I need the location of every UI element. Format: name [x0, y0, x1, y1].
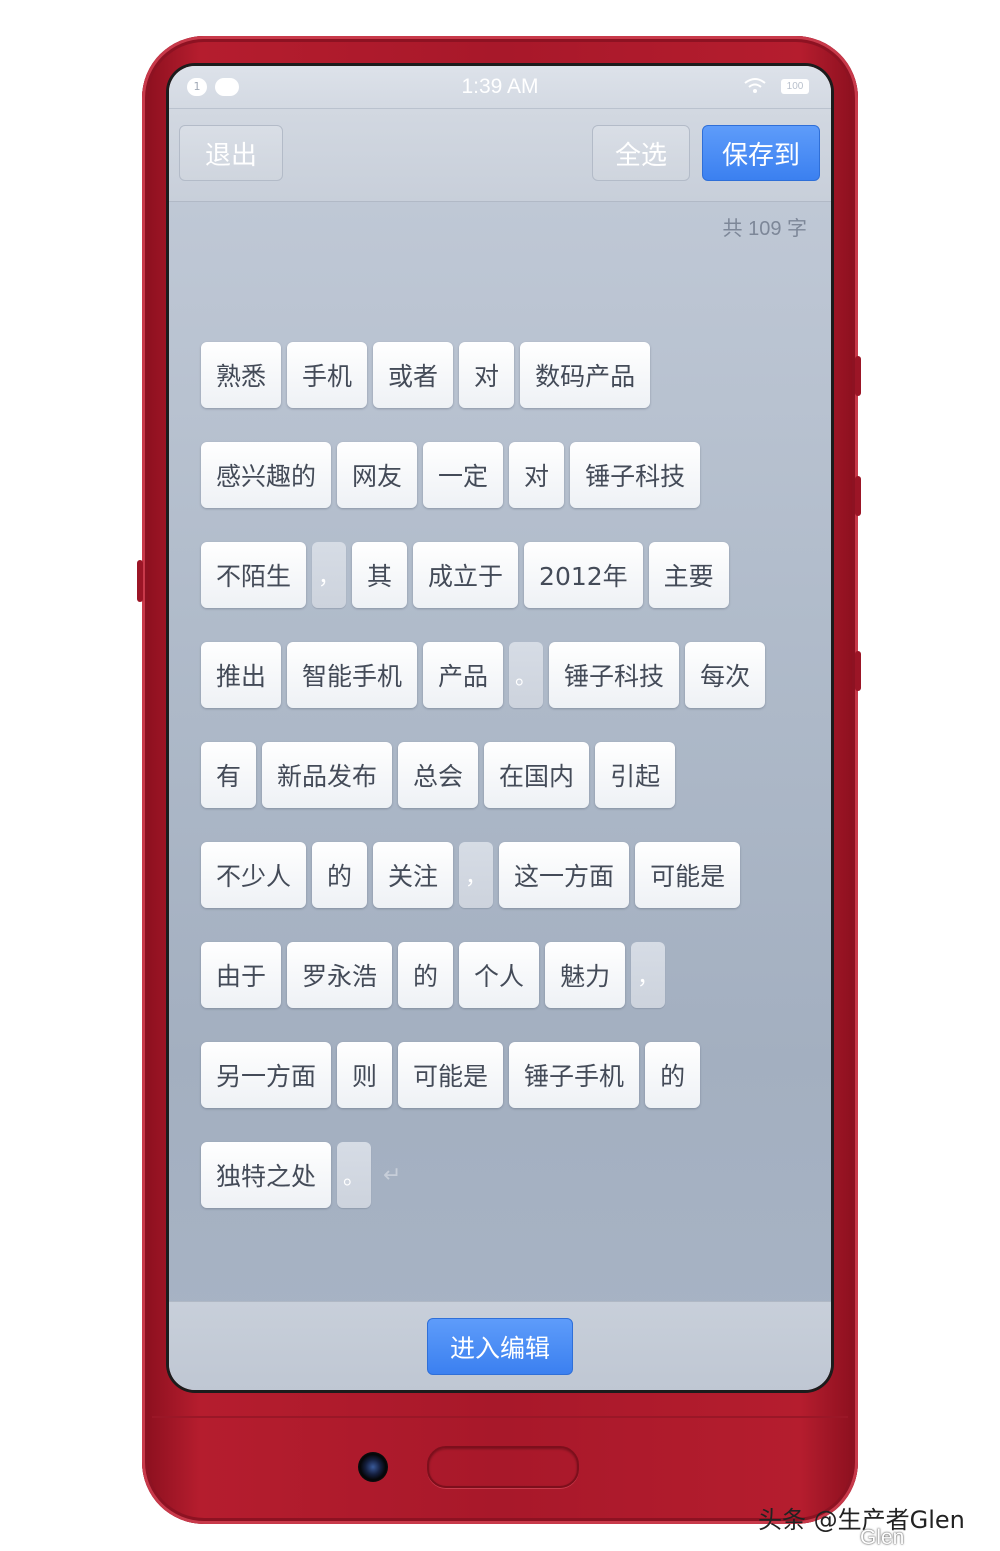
word-chip[interactable]: 可能是 — [635, 842, 741, 908]
word-chip[interactable]: 锤子科技 — [570, 442, 701, 508]
word-chip[interactable]: 2012年 — [524, 542, 643, 608]
word-chip[interactable]: 在国内 — [484, 742, 590, 808]
return-icon: ↵ — [383, 1162, 402, 1188]
wifi-icon — [744, 78, 766, 93]
punctuation-chip[interactable]: ， — [459, 842, 494, 908]
bottom-bar: 进入编辑 — [169, 1301, 831, 1390]
battery-icon: 100 — [781, 79, 809, 94]
word-chip[interactable]: 则 — [337, 1042, 393, 1108]
status-time: 1:39 AM — [461, 75, 539, 98]
save-to-button[interactable]: 保存到 — [702, 125, 820, 181]
chip-row: 有新品发布 总会 在国内 引起 — [201, 742, 821, 808]
chip-row: 独特之处。 ↵ — [201, 1142, 821, 1208]
chip-row: 熟悉 手机 或者对数码产品 — [201, 342, 821, 408]
word-chip[interactable]: 由于 — [201, 942, 282, 1008]
home-button[interactable] — [427, 1446, 579, 1488]
word-chip[interactable]: 对 — [459, 342, 515, 408]
exit-button[interactable]: 退出 — [179, 125, 283, 181]
status-bar: 1 1:39 AM 100 — [169, 66, 831, 109]
word-chip[interactable]: 罗永浩 — [287, 942, 393, 1008]
phone-chin-divider — [152, 1416, 848, 1418]
word-chip[interactable]: 主要 — [648, 542, 729, 608]
word-chip[interactable]: 推出 — [201, 642, 282, 708]
word-chip[interactable]: 产品 — [423, 642, 504, 708]
word-chip[interactable]: 网友 — [337, 442, 418, 508]
word-chip[interactable]: 智能手机 — [287, 642, 418, 708]
word-count: 共 109 字 — [722, 218, 807, 240]
word-chip[interactable]: 每次 — [685, 642, 766, 708]
word-chip[interactable]: 魅力 — [545, 942, 626, 1008]
word-chip[interactable]: 个人 — [459, 942, 540, 1008]
word-chip[interactable]: 独特之处 — [201, 1142, 332, 1208]
word-chip[interactable]: 新品发布 — [262, 742, 393, 808]
word-chip[interactable]: 或者 — [373, 342, 454, 408]
word-chip[interactable]: 关注 — [373, 842, 454, 908]
word-chip[interactable]: 的 — [398, 942, 454, 1008]
word-chip[interactable]: 的 — [312, 842, 368, 908]
word-chip[interactable]: 感兴趣的 — [201, 442, 332, 508]
word-chip[interactable]: 熟悉 — [201, 342, 282, 408]
top-toolbar: 退出 全选 保存到 — [169, 109, 831, 202]
phone-side-button — [855, 356, 861, 396]
word-chip[interactable]: 这一方面 — [499, 842, 630, 908]
punctuation-chip[interactable]: 。 — [337, 1142, 372, 1208]
word-chip[interactable]: 另一方面 — [201, 1042, 332, 1108]
word-chip[interactable]: 有 — [201, 742, 257, 808]
word-chip[interactable]: 不陌生 — [201, 542, 307, 608]
word-chip[interactable]: 成立于 — [413, 542, 519, 608]
word-chip[interactable]: 数码产品 — [520, 342, 651, 408]
word-chip[interactable]: 对 — [509, 442, 565, 508]
punctuation-chip[interactable]: ， — [312, 542, 347, 608]
word-chip[interactable]: 的 — [645, 1042, 701, 1108]
word-chip[interactable]: 不少人 — [201, 842, 307, 908]
chip-row: 不陌生，其成立于 2012年 主要 — [201, 542, 821, 608]
watermark-subtext: Glen — [860, 1526, 905, 1549]
chip-row: 另一方面则可能是 锤子手机的 — [201, 1042, 821, 1108]
chip-row: 由于 罗永浩的个人 魅力， — [201, 942, 821, 1008]
word-chip-area: 熟悉 手机 或者对数码产品 感兴趣的 网友 一定对锤子科技 不陌生，其成立于 2012年 主要推… — [201, 342, 821, 1242]
phone-side-button — [137, 560, 143, 602]
chip-row: 不少人的关注，这一方面 可能是 — [201, 842, 821, 908]
phone-screen: 1 1:39 AM 100 退出 全选 保存到 共 109 字 熟悉 手机 或者对数… — [169, 66, 831, 1390]
word-chip[interactable]: 一定 — [423, 442, 504, 508]
punctuation-chip[interactable]: ， — [631, 942, 666, 1008]
phone-side-button — [855, 651, 861, 691]
word-chip[interactable]: 其 — [352, 542, 408, 608]
front-camera-icon — [358, 1452, 388, 1482]
phone-side-button — [855, 476, 861, 516]
word-chip[interactable]: 总会 — [398, 742, 479, 808]
word-chip[interactable]: 引起 — [595, 742, 676, 808]
word-chip[interactable]: 锤子科技 — [549, 642, 680, 708]
word-chip[interactable]: 手机 — [287, 342, 368, 408]
word-chip[interactable]: 锤子手机 — [509, 1042, 640, 1108]
chip-row: 感兴趣的 网友 一定对锤子科技 — [201, 442, 821, 508]
enter-edit-button[interactable]: 进入编辑 — [427, 1318, 573, 1375]
punctuation-chip[interactable]: 。 — [509, 642, 544, 708]
chip-row: 推出 智能手机 产品。锤子科技 每次 — [201, 642, 821, 708]
select-all-button[interactable]: 全选 — [592, 125, 690, 181]
word-chip[interactable]: 可能是 — [398, 1042, 504, 1108]
